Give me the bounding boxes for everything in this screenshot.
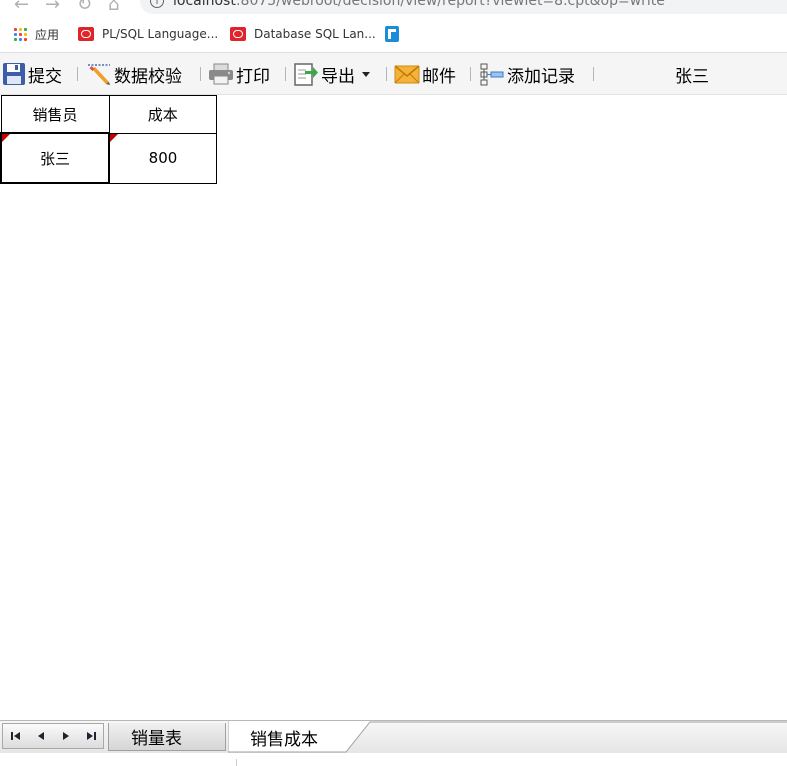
home-icon[interactable]: ⌂ xyxy=(108,0,119,15)
url-text[interactable]: localhost:8075/webroot/decision/view/rep… xyxy=(173,0,665,9)
bookmark-plsql[interactable]: PL/SQL Language... xyxy=(78,25,218,43)
bookmarks-bar: 应用 PL/SQL Language... Database SQL Lan..… xyxy=(0,16,787,53)
data-validate-button[interactable]: 数据校验 xyxy=(86,62,182,87)
pencil-check-icon xyxy=(88,64,110,85)
cell-salesperson[interactable]: 张三 xyxy=(0,132,110,184)
column-header-cost: 成本 xyxy=(108,95,217,134)
editable-cell-marker xyxy=(2,134,10,142)
submit-button[interactable]: 提交 xyxy=(2,62,62,87)
toolbar-separator xyxy=(386,67,387,81)
prev-sheet-icon[interactable] xyxy=(33,729,49,743)
table-header-row: 销售员 成本 xyxy=(0,95,217,134)
first-sheet-icon[interactable] xyxy=(8,729,24,743)
cell-cost[interactable]: 800 xyxy=(108,132,217,184)
editable-cell-marker xyxy=(110,133,118,142)
back-icon[interactable]: ← xyxy=(14,0,29,15)
toolbar-separator xyxy=(200,67,201,81)
toolbar-separator xyxy=(77,67,78,81)
divider xyxy=(236,759,237,766)
add-record-button[interactable]: 添加记录 xyxy=(479,62,575,87)
cell-value: 800 xyxy=(148,149,178,167)
oracle-icon xyxy=(230,27,246,41)
bookmark-finereport[interactable] xyxy=(385,25,399,43)
mail-label: 邮件 xyxy=(422,66,456,87)
next-sheet-icon[interactable] xyxy=(58,729,74,743)
add-record-icon xyxy=(480,63,504,86)
current-user-name: 张三 xyxy=(675,67,709,87)
table-row: 张三 800 xyxy=(0,132,217,184)
toolbar-separator xyxy=(470,67,471,81)
printer-icon xyxy=(209,63,233,85)
column-header-salesperson: 销售员 xyxy=(0,95,110,134)
oracle-icon xyxy=(78,27,94,41)
bookmark-label: 应用 xyxy=(35,27,60,42)
report-toolbar: 提交 数据校验 打印 导出 邮件 添加记录 张三 xyxy=(0,53,787,95)
tab-label: 销量表 xyxy=(131,729,182,749)
mail-icon xyxy=(394,65,420,84)
tab-label: 销售成本 xyxy=(250,730,318,750)
submit-label: 提交 xyxy=(28,66,62,87)
bookmark-apps[interactable]: 应用 xyxy=(14,25,59,43)
toolbar-separator xyxy=(593,67,594,81)
data-validate-label: 数据校验 xyxy=(114,66,182,87)
save-icon xyxy=(3,63,25,85)
apps-icon xyxy=(14,27,27,41)
mail-button[interactable]: 邮件 xyxy=(394,62,456,87)
export-label: 导出 xyxy=(321,66,355,87)
chevron-down-icon[interactable] xyxy=(359,69,373,79)
add-record-label: 添加记录 xyxy=(507,66,575,87)
tab-sales-volume[interactable]: 销量表 xyxy=(108,723,226,751)
url-host: localhost xyxy=(173,0,236,9)
print-button[interactable]: 打印 xyxy=(208,62,270,87)
export-icon xyxy=(294,63,318,86)
reload-icon[interactable]: ↻ xyxy=(77,0,92,15)
forward-icon[interactable]: → xyxy=(45,0,60,15)
bookmark-database-sql[interactable]: Database SQL Lan... xyxy=(230,25,376,43)
export-button[interactable]: 导出 xyxy=(293,62,375,87)
report-table: 销售员 成本 张三 800 xyxy=(0,95,217,184)
sheet-tab-bar: 销量表 销售成本 xyxy=(0,720,787,753)
last-sheet-icon[interactable] xyxy=(83,729,99,743)
browser-address-bar: ← → ↻ ⌂ i localhost:8075/webroot/decisio… xyxy=(0,0,787,16)
status-strip xyxy=(0,753,787,766)
toolbar-separator xyxy=(285,67,286,81)
bookmark-label: Database SQL Lan... xyxy=(254,27,376,41)
sheet-navigation xyxy=(2,723,104,749)
finereport-icon xyxy=(385,26,399,42)
url-path: :8075/webroot/decision/view/report?viewl… xyxy=(235,0,665,9)
print-label: 打印 xyxy=(236,66,270,87)
cell-value: 张三 xyxy=(39,149,70,168)
bookmark-label: PL/SQL Language... xyxy=(102,27,219,41)
